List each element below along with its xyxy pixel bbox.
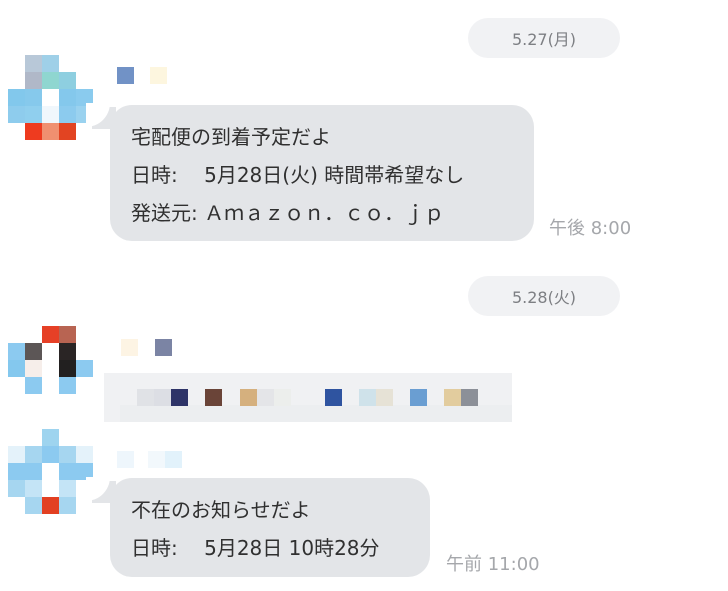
date-separator: 5.27(月) — [468, 18, 620, 58]
message-line: 日時: 5月28日 10時28分 — [131, 536, 380, 560]
redacted-block — [359, 389, 376, 406]
avatar — [8, 429, 94, 515]
date-label: 5.28(火) — [511, 288, 577, 307]
avatar — [8, 55, 94, 141]
message-time: 午前 11:00 — [446, 554, 540, 575]
message-line: 発送元: Ａｍａｚｏｎ．ｃｏ．ｊｐ — [131, 201, 445, 225]
message-line: 宅配便の到着予定だよ — [131, 125, 331, 149]
redacted-message-shade — [120, 405, 512, 422]
message-bubble: 不在のお知らせだよ 日時: 5月28日 10時28分 — [110, 478, 430, 577]
message-time: 午後 8:00 — [549, 218, 632, 239]
redacted-block — [325, 389, 342, 406]
redacted-block — [240, 389, 257, 406]
message-bubble: 宅配便の到着予定だよ 日時: 5月28日(火) 時間帯希望なし 発送元: Ａｍａ… — [110, 105, 534, 241]
redacted-block — [257, 389, 274, 406]
redacted-block — [274, 389, 291, 406]
redacted-block — [137, 389, 154, 406]
redacted-block — [461, 389, 478, 406]
date-separator: 5.28(火) — [468, 276, 620, 316]
redacted-block — [171, 389, 188, 406]
redacted-block — [444, 389, 461, 406]
redacted-block — [154, 389, 171, 406]
redacted-block — [376, 389, 393, 406]
redacted-block — [205, 389, 222, 406]
date-label: 5.27(月) — [511, 30, 577, 49]
redacted-block — [410, 389, 427, 406]
avatar — [8, 326, 94, 412]
message-line: 不在のお知らせだよ — [131, 498, 311, 522]
message-line: 日時: 5月28日(火) 時間帯希望なし — [131, 163, 465, 187]
